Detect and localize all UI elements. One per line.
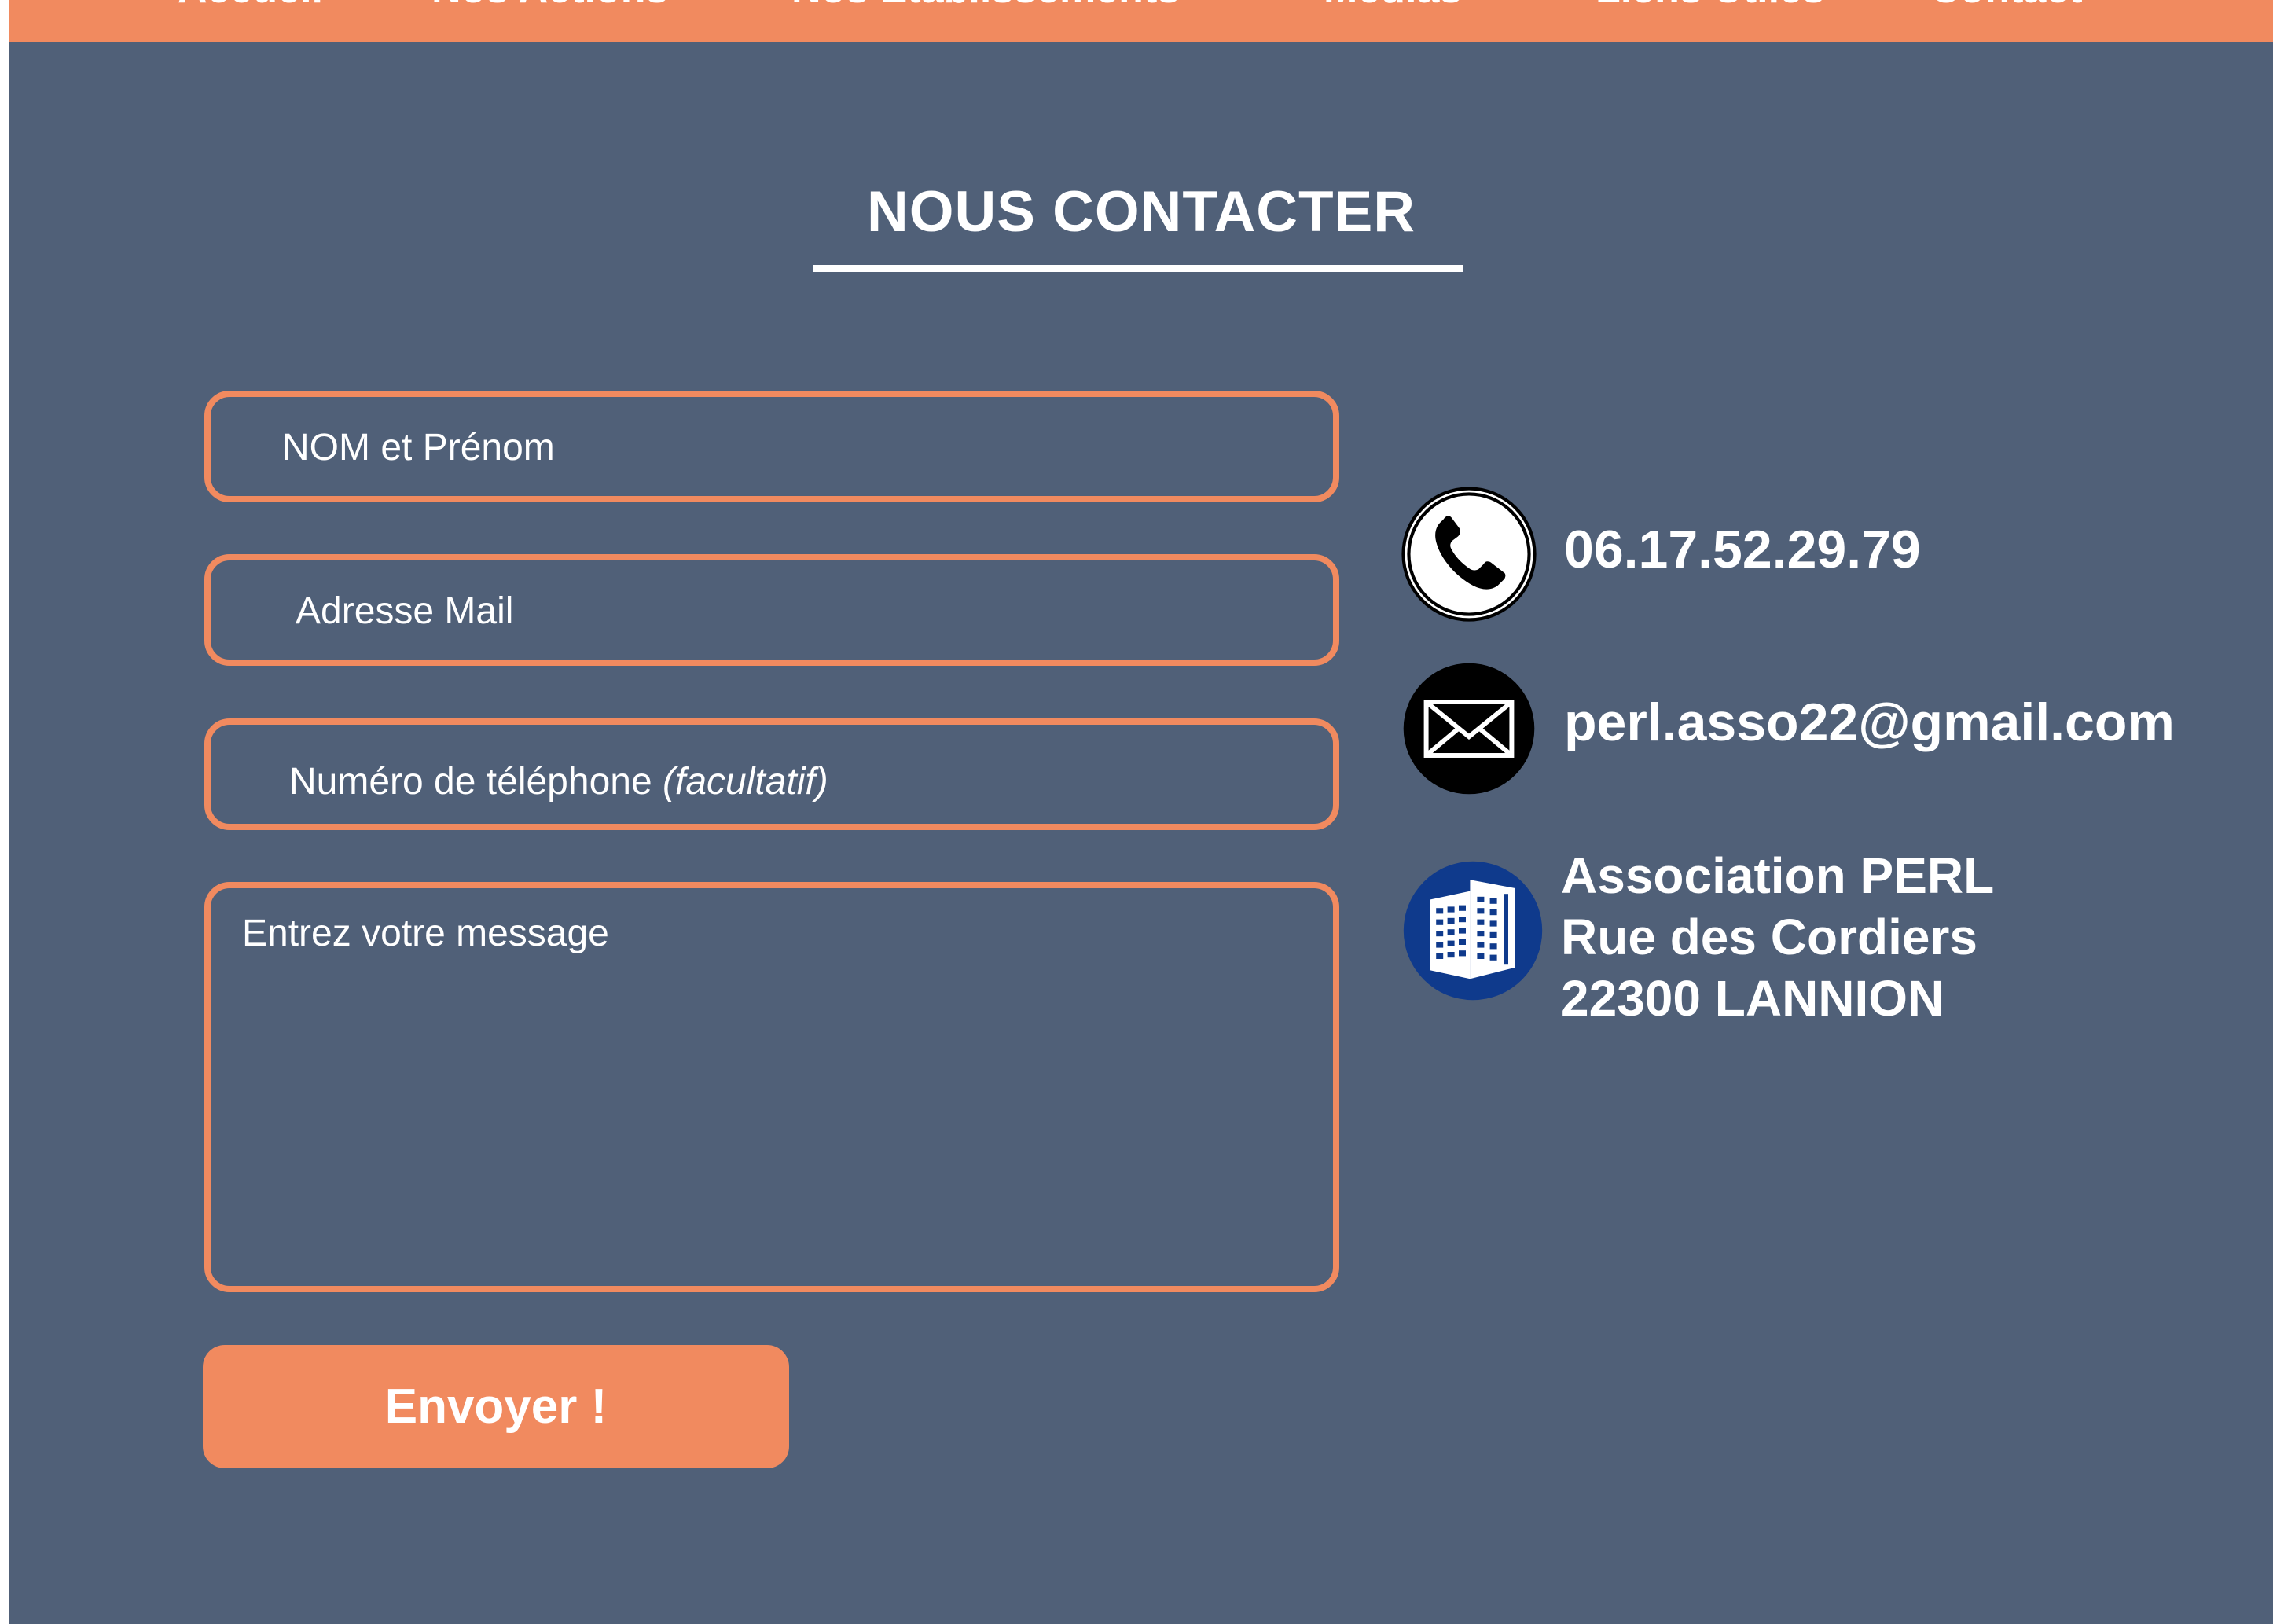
nav-item-nos-actions[interactable]: Nos Actions [431, 0, 668, 13]
phone-icon [1401, 487, 1537, 622]
contact-address: Association PERL Rue des Cordiers 22300 … [1561, 845, 1994, 1029]
phone-field-placeholder: Numéro de téléphone (facultatif) [289, 760, 828, 803]
name-field-placeholder: NOM et Prénom [282, 427, 555, 468]
message-field[interactable]: Entrez votre message [204, 882, 1339, 1292]
name-field[interactable]: NOM et Prénom [204, 391, 1339, 502]
nav-item-contact[interactable]: Contact [1930, 0, 2083, 13]
nav-item-liens-utiles[interactable]: Liens Utiles [1596, 0, 1825, 13]
page-title: NOUS CONTACTER [866, 180, 1416, 244]
phone-field-label: Numéro de téléphone [289, 761, 652, 803]
email-field[interactable]: Adresse Mail [204, 554, 1339, 666]
contact-phone: 06.17.52.29.79 [1564, 520, 1921, 579]
address-line-2: Rue des Cordiers [1561, 909, 1977, 965]
envelope-icon [1403, 663, 1535, 795]
phone-field-optional-hint: (facultatif) [663, 761, 828, 803]
contact-email: perl.asso22@gmail.com [1564, 693, 2175, 752]
phone-field[interactable]: Numéro de téléphone (facultatif) [204, 718, 1339, 830]
contact-page: Accueil Nos Actions Nos Etablissements M… [9, 0, 2273, 1624]
nav-item-accueil[interactable]: Accueil [178, 0, 323, 13]
address-line-1: Association PERL [1561, 847, 1995, 904]
building-icon [1403, 861, 1543, 1001]
nav-item-medias[interactable]: Médias [1324, 0, 1462, 13]
send-button[interactable]: Envoyer ! [203, 1345, 789, 1468]
nav-item-nos-etablissements[interactable]: Nos Etablissements [791, 0, 1180, 13]
message-field-placeholder: Entrez votre message [242, 913, 609, 954]
email-field-placeholder: Adresse Mail [296, 590, 514, 632]
address-line-3: 22300 LANNION [1561, 970, 1944, 1027]
title-underline [813, 265, 1463, 272]
top-navigation-bar: Accueil Nos Actions Nos Etablissements M… [9, 0, 2273, 42]
